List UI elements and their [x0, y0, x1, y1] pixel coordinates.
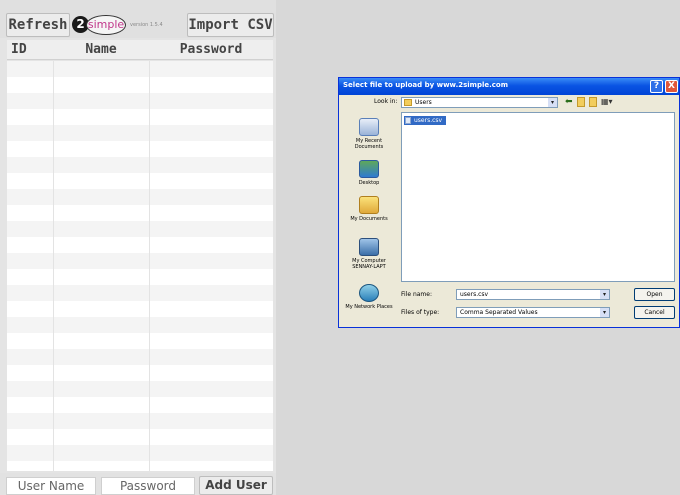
- table-row-stripe: [7, 189, 273, 205]
- recent-documents-icon: [359, 118, 379, 136]
- my-computer-icon: [359, 238, 379, 256]
- views-menu-icon[interactable]: ▦▾: [601, 97, 615, 107]
- user-name-input[interactable]: User Name: [6, 477, 96, 495]
- 2simple-logo: 2 simple version 1.5.4: [72, 14, 182, 36]
- place-desktop[interactable]: Desktop: [343, 160, 395, 186]
- table-header: ID Name Password: [7, 40, 273, 60]
- file-list[interactable]: users.csv: [401, 112, 675, 282]
- file-type-select[interactable]: Comma Separated Values ▾: [456, 307, 610, 318]
- look-in-label: Look in:: [374, 98, 398, 105]
- file-name-label: File name:: [401, 291, 432, 298]
- import-csv-button[interactable]: Import CSV: [187, 13, 274, 37]
- user-table-body: [7, 61, 273, 471]
- folder-icon: [404, 99, 412, 106]
- add-user-form: User Name Password Add User: [0, 473, 276, 495]
- table-row-stripe: [7, 221, 273, 237]
- desktop-icon: [359, 160, 379, 178]
- place-my-documents[interactable]: My Documents: [343, 196, 395, 222]
- help-button[interactable]: ?: [650, 80, 663, 93]
- file-item-name: users.csv: [414, 117, 443, 124]
- new-folder-icon[interactable]: [589, 97, 597, 107]
- look-in-select[interactable]: Users ▾: [401, 97, 558, 108]
- my-documents-icon: [359, 196, 379, 214]
- look-in-value: Users: [415, 99, 432, 106]
- file-item-selected[interactable]: users.csv: [404, 116, 446, 125]
- table-row-stripe: [7, 445, 273, 461]
- user-manager-panel: Refresh 2 simple version 1.5.4 Import CS…: [0, 0, 276, 495]
- chevron-down-icon[interactable]: ▾: [600, 308, 609, 317]
- dialog-title: Select file to upload by www.2simple.com: [343, 81, 509, 89]
- column-divider: [149, 61, 150, 471]
- table-row-stripe: [7, 317, 273, 333]
- version-text: version 1.5.4: [130, 22, 163, 28]
- table-row-stripe: [7, 349, 273, 365]
- table-row-stripe: [7, 413, 273, 429]
- close-button[interactable]: X: [665, 80, 678, 93]
- places-bar: My Recent Documents Desktop My Documents…: [343, 112, 395, 322]
- chevron-down-icon[interactable]: ▾: [548, 98, 557, 107]
- column-header-id[interactable]: ID: [7, 40, 53, 60]
- up-folder-icon[interactable]: [577, 97, 585, 107]
- password-input[interactable]: Password: [101, 477, 195, 495]
- file-type-label: Files of type:: [401, 309, 440, 316]
- logo-text: simple: [86, 15, 126, 35]
- place-label: My Network Places: [345, 304, 393, 310]
- place-label: Desktop: [358, 180, 380, 186]
- table-row-stripe: [7, 93, 273, 109]
- table-row-stripe: [7, 285, 273, 301]
- column-header-name[interactable]: Name: [53, 40, 149, 60]
- network-places-icon: [359, 284, 379, 302]
- table-row-stripe: [7, 61, 273, 77]
- place-label: My Documents: [350, 216, 388, 222]
- file-upload-dialog: Select file to upload by www.2simple.com…: [338, 77, 680, 328]
- chevron-down-icon[interactable]: ▾: [600, 290, 609, 299]
- dialog-title-bar[interactable]: Select file to upload by www.2simple.com…: [339, 78, 679, 95]
- refresh-button[interactable]: Refresh: [6, 13, 70, 37]
- open-button[interactable]: Open: [634, 288, 675, 301]
- table-row-stripe: [7, 381, 273, 397]
- place-my-computer[interactable]: My Computer SENNAY-LAPT: [343, 238, 395, 270]
- table-row-stripe: [7, 157, 273, 173]
- csv-file-icon: [405, 117, 411, 124]
- toolbar: Refresh 2 simple version 1.5.4 Import CS…: [0, 0, 276, 38]
- place-label: My Computer SENNAY-LAPT: [352, 258, 386, 270]
- column-header-password[interactable]: Password: [149, 40, 273, 60]
- place-recent-documents[interactable]: My Recent Documents: [343, 118, 395, 150]
- cancel-button[interactable]: Cancel: [634, 306, 675, 319]
- add-user-button[interactable]: Add User: [199, 476, 273, 495]
- place-label: My Recent Documents: [354, 138, 384, 150]
- column-divider: [53, 61, 54, 471]
- table-row-stripe: [7, 253, 273, 269]
- place-network-places[interactable]: My Network Places: [343, 284, 395, 310]
- back-arrow-icon[interactable]: ⬅: [565, 97, 575, 107]
- table-row-stripe: [7, 125, 273, 141]
- file-name-input[interactable]: users.csv ▾: [456, 289, 610, 300]
- file-type-value: Comma Separated Values: [460, 309, 538, 316]
- file-name-value: users.csv: [460, 291, 489, 298]
